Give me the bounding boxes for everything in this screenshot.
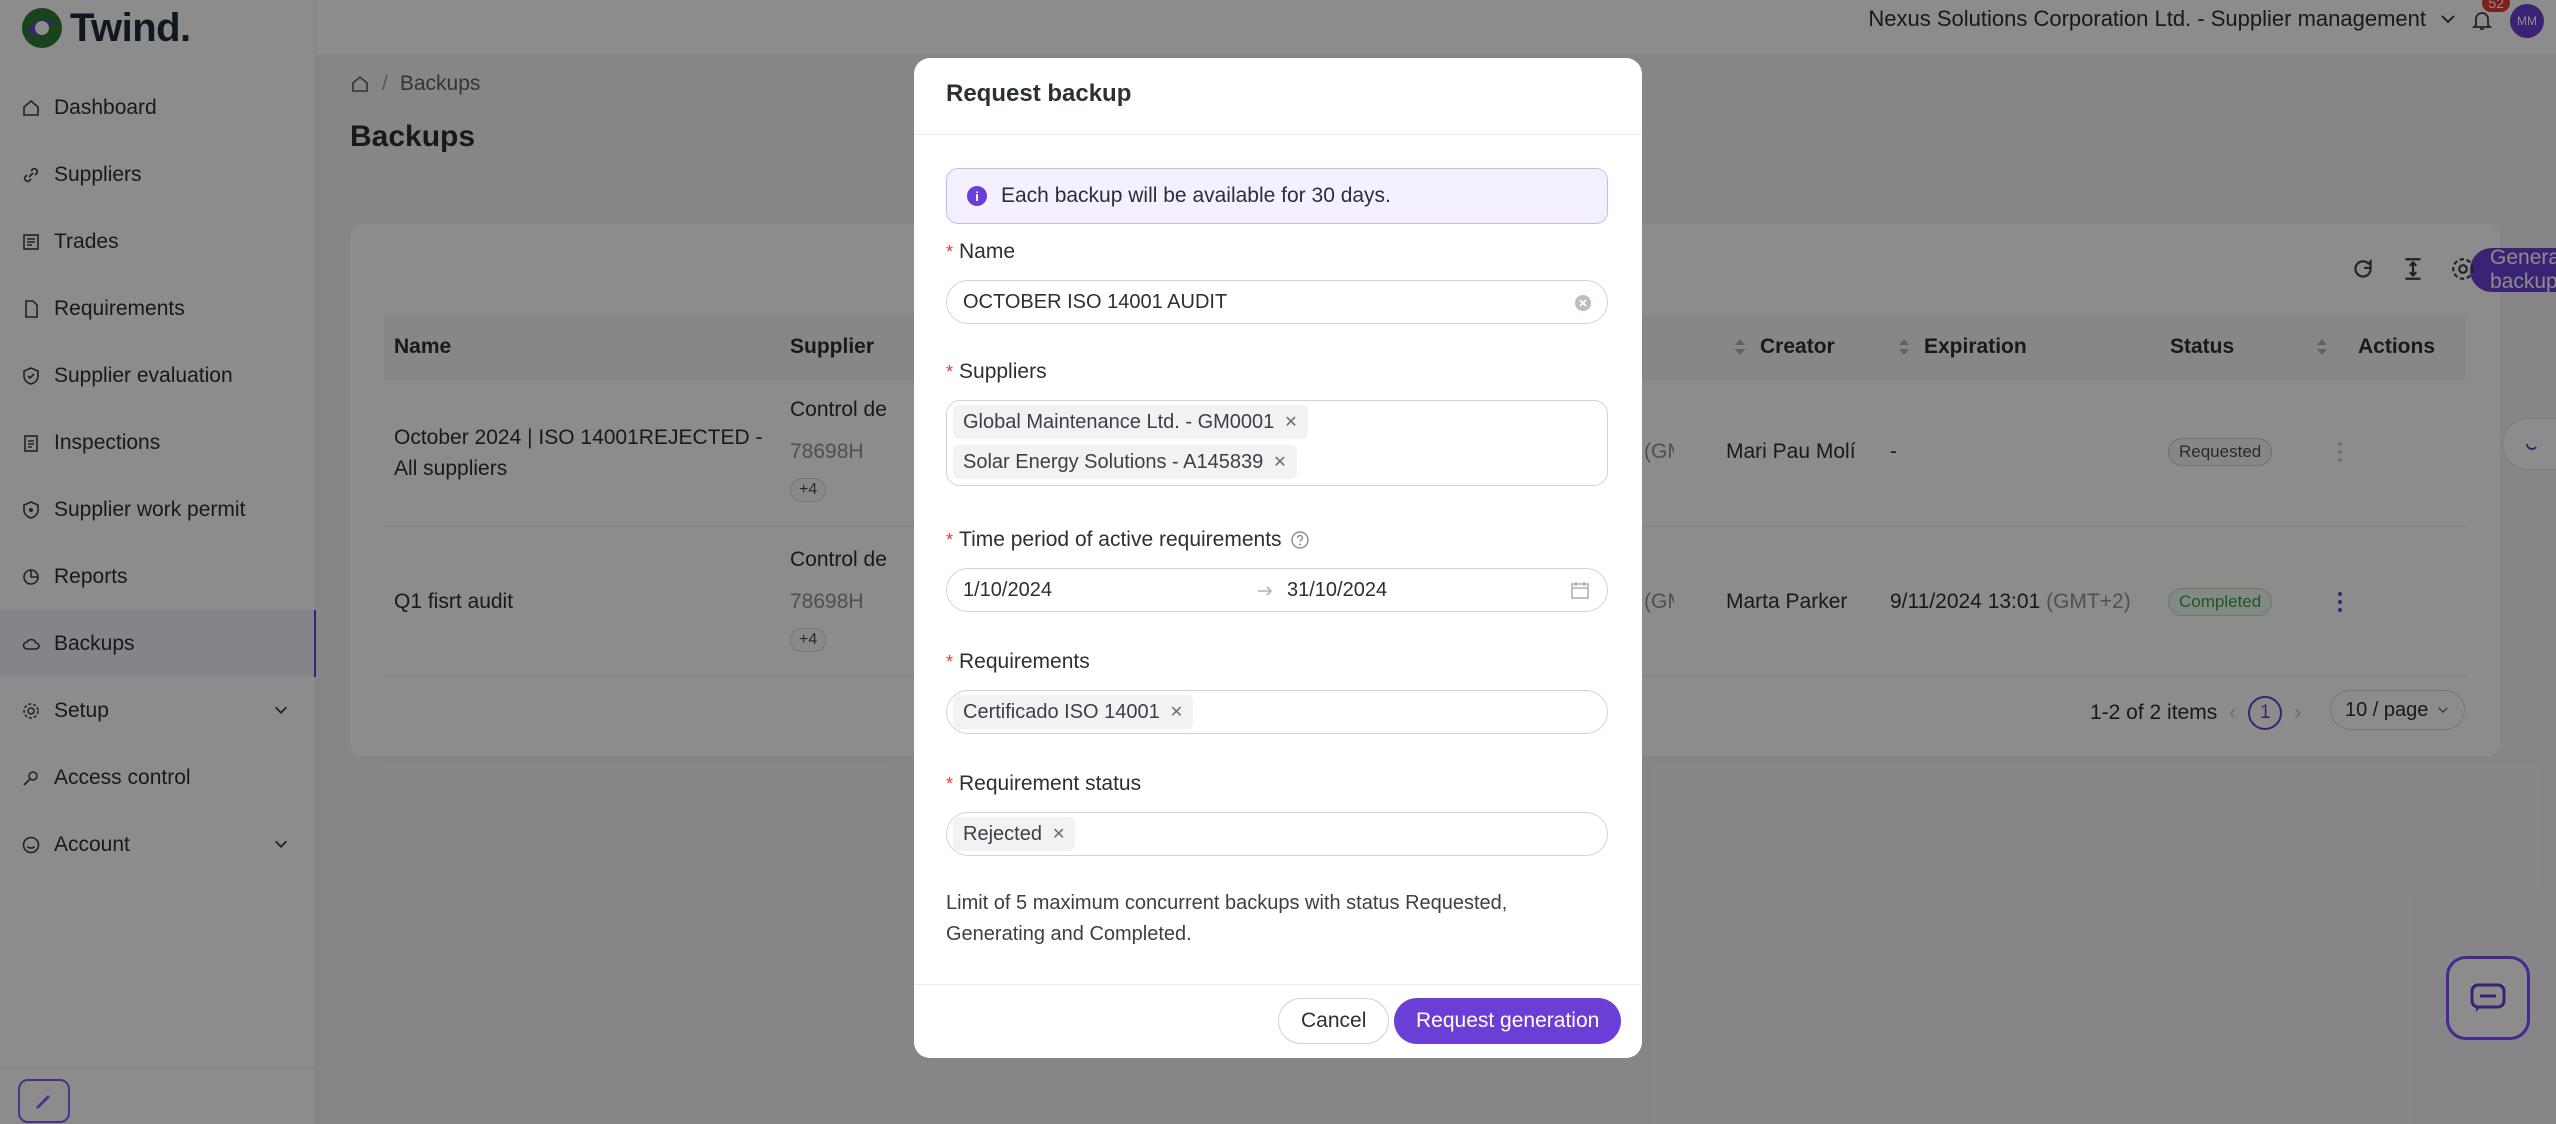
info-text: Each backup will be available for 30 day… (1001, 184, 1391, 207)
requirements-label: * Requirements (946, 650, 1090, 674)
request-backup-modal: Request backup i Each backup will be ava… (914, 58, 1642, 1058)
period-label-text: Time period of active requirements (959, 528, 1282, 551)
name-label: * Name (946, 240, 1015, 264)
date-range-picker[interactable]: 1/10/2024 31/10/2024 (946, 568, 1608, 612)
close-icon[interactable]: ✕ (1170, 702, 1183, 722)
suppliers-label: * Suppliers (946, 360, 1047, 384)
period-label: * Time period of active requirements (946, 528, 1310, 552)
requirement-tag: Certificado ISO 14001 ✕ (953, 695, 1194, 729)
name-input[interactable]: OCTOBER ISO 14001 AUDIT (946, 280, 1608, 324)
requirement-tag-label: Certificado ISO 14001 (963, 700, 1160, 723)
request-generation-button[interactable]: Request generation (1394, 998, 1622, 1044)
start-date-input[interactable]: 1/10/2024 (963, 579, 1052, 602)
info-icon: i (967, 186, 987, 206)
clear-icon[interactable] (1573, 293, 1593, 313)
modal-divider (914, 134, 1642, 135)
requirements-label-text: Requirements (959, 650, 1090, 673)
modal-title: Request backup (946, 80, 1132, 107)
name-input-value: OCTOBER ISO 14001 AUDIT (963, 291, 1228, 313)
required-mark: * (946, 361, 954, 382)
status-tag: Rejected ✕ (953, 817, 1076, 851)
close-icon[interactable]: ✕ (1052, 824, 1065, 844)
requirement-status-label-text: Requirement status (959, 772, 1142, 795)
suppliers-select[interactable]: Global Maintenance Ltd. - GM0001 ✕ Solar… (946, 400, 1608, 486)
limit-notice: Limit of 5 maximum concurrent backups wi… (946, 892, 1508, 945)
close-icon[interactable]: ✕ (1284, 412, 1297, 432)
end-date-input[interactable]: 31/10/2024 (1287, 579, 1387, 602)
close-icon[interactable]: ✕ (1273, 452, 1286, 472)
calendar-icon[interactable] (1569, 579, 1591, 601)
requirement-status-label: * Requirement status (946, 772, 1141, 796)
required-mark: * (946, 773, 954, 794)
question-circle-icon[interactable] (1290, 530, 1310, 550)
name-label-text: Name (959, 240, 1016, 263)
supplier-tag-label: Global Maintenance Ltd. - GM0001 (963, 410, 1275, 433)
required-mark: * (946, 241, 954, 262)
supplier-tag-label: Solar Energy Solutions - A145839 (963, 450, 1264, 473)
cancel-button[interactable]: Cancel (1278, 998, 1390, 1044)
supplier-tag: Global Maintenance Ltd. - GM0001 ✕ (953, 405, 1308, 439)
arrow-right-icon (1258, 586, 1273, 596)
supplier-tag: Solar Energy Solutions - A145839 ✕ (953, 445, 1297, 479)
footer-divider (914, 984, 1642, 985)
requirements-select[interactable]: Certificado ISO 14001 ✕ (946, 690, 1608, 734)
info-alert: i Each backup will be available for 30 d… (946, 168, 1608, 224)
required-mark: * (946, 651, 954, 672)
requirement-status-select[interactable]: Rejected ✕ (946, 812, 1608, 856)
required-mark: * (946, 529, 954, 550)
suppliers-label-text: Suppliers (959, 360, 1047, 383)
status-tag-label: Rejected (963, 822, 1042, 845)
